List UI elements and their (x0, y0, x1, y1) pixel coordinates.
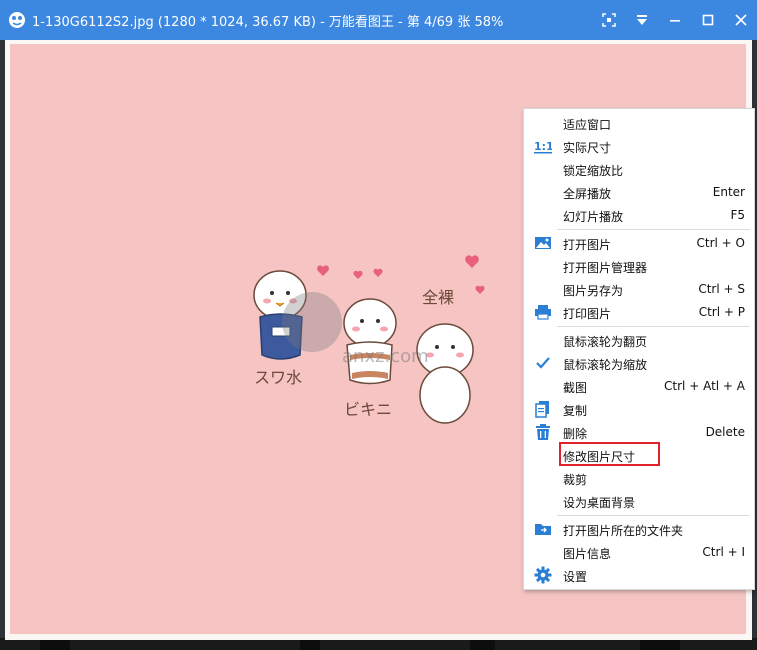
menu-item-label: 图片信息 (563, 547, 612, 561)
checkmark-icon (536, 357, 550, 369)
window-title: 1-130G6112S2.jpg (1280 * 1024, 36.67 KB)… (32, 14, 504, 30)
menu-item-settings[interactable]: 设置 (524, 564, 754, 586)
menu-item-label: 全屏播放 (563, 187, 612, 201)
menu-item-shortcut: Ctrl + I (702, 545, 745, 559)
menu-item-label: 截图 (563, 381, 588, 395)
menu-item-label: 打开图片所在的文件夹 (563, 524, 684, 538)
menu-item-wheel-zoom[interactable]: 鼠标滚轮为缩放 (524, 352, 754, 374)
watermark-text: anxz.com (342, 346, 429, 367)
title-bar: 1-130G6112S2.jpg (1280 * 1024, 36.67 KB)… (0, 0, 757, 40)
menu-item-wheel-page[interactable]: 鼠标滚轮为翻页 (524, 329, 754, 351)
menu-item-shortcut: Delete (705, 425, 745, 439)
menu-item-fit-window[interactable]: 适应窗口 (524, 112, 754, 134)
context-menu: 适应窗口 1:1 实际尺寸 锁定缩放比 全屏播放 Enter 幻灯片播放 F5 … (523, 108, 755, 590)
menu-item-label: 裁剪 (563, 473, 588, 487)
menu-item-shortcut: Ctrl + S (698, 282, 745, 296)
close-button[interactable] (724, 0, 757, 40)
close-icon (734, 14, 747, 26)
menu-item-shortcut: Ctrl + O (696, 236, 745, 250)
menu-item-crop[interactable]: 裁剪 (524, 467, 754, 489)
menu-item-actual-size[interactable]: 1:1 实际尺寸 (524, 135, 754, 157)
menu-item-label: 删除 (563, 427, 588, 441)
menu-item-delete[interactable]: 删除 Delete (524, 421, 754, 443)
menu-item-label: 设置 (563, 570, 588, 584)
watermark: anxz.com (282, 292, 429, 367)
actual-size-icon: 1:1 (534, 140, 552, 154)
menu-item-label: 设为桌面背景 (563, 496, 636, 510)
image-icon (535, 237, 551, 249)
menu-item-screenshot[interactable]: 截图 Ctrl + Atl + A (524, 375, 754, 397)
fit-window-button[interactable] (592, 0, 625, 40)
minimize-button[interactable] (658, 0, 691, 40)
maximize-icon (702, 14, 713, 26)
dropdown-menu-button[interactable] (625, 0, 658, 40)
menu-item-label: 打开图片 (563, 238, 612, 252)
menu-item-label: 打印图片 (563, 307, 612, 321)
menu-item-label: 图片另存为 (563, 284, 624, 298)
text-bikini: ビキニ (344, 400, 392, 419)
svg-text:1:1: 1:1 (534, 140, 552, 153)
menu-item-fullscreen[interactable]: 全屏播放 Enter (524, 181, 754, 203)
menu-item-slideshow[interactable]: 幻灯片播放 F5 (524, 204, 754, 226)
menu-item-label: 复制 (563, 404, 588, 418)
printer-icon (535, 305, 551, 320)
chevron-down-icon (636, 15, 647, 25)
menu-separator (557, 515, 750, 516)
menu-item-shortcut: Ctrl + Atl + A (664, 379, 745, 393)
menu-item-label: 幻灯片播放 (563, 210, 624, 224)
menu-item-open-folder[interactable]: 打开图片所在的文件夹 (524, 518, 754, 540)
minimize-icon (669, 20, 680, 22)
copy-icon (535, 401, 549, 418)
fit-screen-icon (601, 13, 616, 27)
app-logo-icon (9, 12, 25, 28)
menu-item-set-wallpaper[interactable]: 设为桌面背景 (524, 490, 754, 512)
folder-icon (535, 524, 551, 535)
menu-item-label: 鼠标滚轮为缩放 (563, 358, 648, 372)
menu-item-copy[interactable]: 复制 (524, 398, 754, 420)
menu-item-shortcut: Ctrl + P (698, 305, 745, 319)
menu-item-label: 鼠标滚轮为翻页 (563, 335, 648, 349)
menu-item-label: 打开图片管理器 (563, 261, 648, 275)
menu-item-open-image[interactable]: 打开图片 Ctrl + O (524, 232, 754, 254)
trash-icon (536, 424, 550, 440)
highlight-box (559, 442, 660, 466)
gear-icon (534, 566, 552, 584)
menu-item-shortcut: F5 (730, 208, 745, 222)
menu-separator (557, 229, 750, 230)
menu-item-shortcut: Enter (712, 185, 745, 199)
menu-separator (557, 326, 750, 327)
menu-item-save-as[interactable]: 图片另存为 Ctrl + S (524, 278, 754, 300)
menu-item-label: 适应窗口 (563, 118, 612, 132)
menu-item-image-info[interactable]: 图片信息 Ctrl + I (524, 541, 754, 563)
menu-item-label: 锁定缩放比 (563, 164, 624, 178)
menu-item-print[interactable]: 打印图片 Ctrl + P (524, 301, 754, 323)
menu-item-label: 实际尺寸 (563, 141, 612, 155)
maximize-button[interactable] (691, 0, 724, 40)
menu-item-image-manager[interactable]: 打开图片管理器 (524, 255, 754, 277)
menu-item-lock-zoom[interactable]: 锁定缩放比 (524, 158, 754, 180)
